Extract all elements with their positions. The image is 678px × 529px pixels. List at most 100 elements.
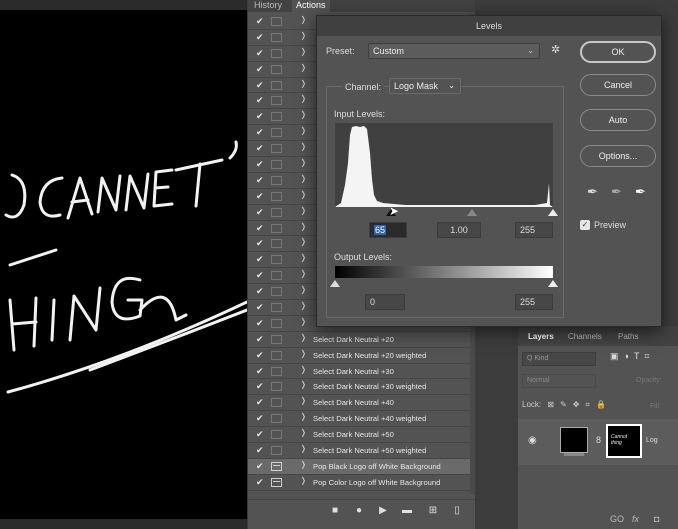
layer-mask-thumbnail[interactable]: Cannot thing [606,424,642,458]
folder-icon[interactable]: ▬ [400,504,414,518]
output-white-field[interactable]: 255 [515,294,553,310]
dialog-toggle-icon[interactable] [271,191,282,201]
checkmark-icon[interactable]: ✔ [256,223,266,233]
checkmark-icon[interactable]: ✔ [256,397,266,407]
record-icon[interactable]: ● [352,504,366,518]
chevron-right-icon[interactable]: ❭ [300,174,307,183]
chevron-right-icon[interactable]: ❭ [300,79,307,88]
dialog-toggle-icon[interactable] [271,32,282,42]
checkmark-icon[interactable]: ✔ [256,127,266,137]
dialog-toggle-icon[interactable] [271,287,282,297]
dialog-toggle-icon[interactable] [271,255,282,265]
checkmark-icon[interactable]: ✔ [256,334,266,344]
dialog-toggle-icon[interactable] [271,366,282,376]
chevron-right-icon[interactable]: ❭ [300,476,307,485]
dialog-toggle-icon[interactable] [271,80,282,90]
layer-filter-icons[interactable]: ▣◑T⌗ [610,351,655,362]
chevron-right-icon[interactable]: ❭ [300,222,307,231]
checkmark-icon[interactable]: ✔ [256,95,266,105]
chevron-right-icon[interactable]: ❭ [300,285,307,294]
action-row[interactable]: ✔ ❭ Pop Color Logo off White Background [248,475,476,491]
chevron-right-icon[interactable]: ❭ [300,94,307,103]
checkmark-icon[interactable]: ✔ [256,461,266,471]
chevron-right-icon[interactable]: ❭ [300,396,307,405]
chevron-right-icon[interactable]: ❭ [300,460,307,469]
layer-thumbnail[interactable] [560,427,588,456]
action-row[interactable]: ✔ ❭ Select Dark Neutral +40 weighted [248,411,476,428]
checkmark-icon[interactable]: ✔ [256,191,266,201]
dialog-toggle-icon[interactable] [271,414,282,424]
dialog-toggle-icon[interactable] [271,303,282,313]
checkmark-icon[interactable]: ✔ [256,111,266,121]
input-levels-slider[interactable] [335,207,558,219]
dialog-toggle-icon[interactable] [271,223,282,233]
input-gamma-field[interactable]: 1.00 [437,222,481,238]
action-row[interactable]: ✔ ❭ Select Dark Neutral +20 weighted [248,348,476,364]
chevron-right-icon[interactable]: ❭ [300,269,307,278]
checkmark-icon[interactable]: ✔ [256,143,266,153]
chevron-right-icon[interactable]: ❭ [300,380,307,389]
action-row[interactable]: ✔ ❭ Select Dark Neutral +40 [248,395,476,412]
chevron-right-icon[interactable]: ❭ [300,365,307,374]
checkmark-icon[interactable]: ✔ [256,445,266,455]
checkmark-icon[interactable]: ✔ [256,318,266,328]
checkmark-icon[interactable]: ✔ [256,254,266,264]
layer-name[interactable]: Log [646,437,658,444]
dialog-toggle-icon[interactable] [271,128,282,138]
dialog-toggle-icon[interactable] [271,477,282,487]
checkmark-icon[interactable]: ✔ [256,238,266,248]
dialog-toggle-icon[interactable] [271,461,282,471]
preset-select[interactable]: Custom ⌄ [368,43,540,59]
chevron-right-icon[interactable]: ❭ [300,158,307,167]
action-row[interactable]: ✔ ❭ Select Dark Neutral +50 weighted [248,443,476,459]
input-white-handle[interactable] [548,209,558,216]
chevron-right-icon[interactable]: ❭ [300,47,307,56]
chevron-right-icon[interactable]: ❭ [300,301,307,310]
dialog-toggle-icon[interactable] [271,430,282,440]
tab-layers[interactable]: Layers [528,332,554,341]
play-icon[interactable]: ▶ [376,504,390,518]
action-row[interactable]: ✔ ❭ Select Dark Neutral +20 [248,332,476,348]
checkmark-icon[interactable]: ✔ [256,429,266,439]
action-row[interactable]: ✔ ❭ Select Dark Neutral +30 weighted [248,379,476,396]
black-eyedropper-icon[interactable]: ✒ [587,184,598,200]
chevron-right-icon[interactable]: ❭ [300,317,307,326]
dialog-toggle-icon[interactable] [271,207,282,217]
dialog-toggle-icon[interactable] [271,175,282,185]
action-row[interactable]: ✔ ❭ Pop Black Logo off White Background [248,458,476,475]
chevron-right-icon[interactable]: ❭ [300,349,307,358]
document-canvas[interactable] [0,10,247,519]
dialog-toggle-icon[interactable] [271,17,282,26]
chevron-right-icon[interactable]: ❭ [300,237,307,246]
mask-icon[interactable]: ◘ [654,514,659,524]
checkmark-icon[interactable]: ✔ [256,48,266,58]
output-black-field[interactable]: 0 [365,294,405,310]
chevron-right-icon[interactable]: ❭ [300,126,307,135]
checkmark-icon[interactable]: ✔ [256,366,266,376]
checkmark-icon[interactable]: ✔ [256,302,266,312]
chevron-right-icon[interactable]: ❭ [300,63,307,72]
action-row[interactable]: ✔ ❭ Select Dark Neutral +30 [248,364,476,380]
stop-icon[interactable]: ■ [328,504,342,518]
dialog-toggle-icon[interactable] [271,334,282,344]
dialog-toggle-icon[interactable] [271,271,282,281]
dialog-toggle-icon[interactable] [271,398,282,408]
dialog-toggle-icon[interactable] [271,144,282,154]
tab-paths[interactable]: Paths [618,332,638,341]
layer-kind-filter[interactable]: Q Kind [522,352,596,366]
chevron-right-icon[interactable]: ❭ [300,412,307,421]
dialog-toggle-icon[interactable] [271,48,282,58]
dialog-toggle-icon[interactable] [271,318,282,328]
chevron-right-icon[interactable]: ❭ [300,190,307,199]
new-action-icon[interactable]: ⊞ [426,504,440,518]
lock-icons[interactable]: ⊠✎✥⌗🔒 [547,400,612,409]
checkmark-icon[interactable]: ✔ [256,270,266,280]
input-gamma-handle[interactable] [466,209,477,216]
checkmark-icon[interactable]: ✔ [256,381,266,391]
action-row[interactable]: ✔ ❭ Select Dark Neutral +50 [248,427,476,444]
preview-label[interactable]: Preview [594,220,626,230]
dialog-toggle-icon[interactable] [271,160,282,170]
checkmark-icon[interactable]: ✔ [256,207,266,217]
input-white-field[interactable]: 255 [515,222,553,238]
checkmark-icon[interactable]: ✔ [256,477,266,487]
